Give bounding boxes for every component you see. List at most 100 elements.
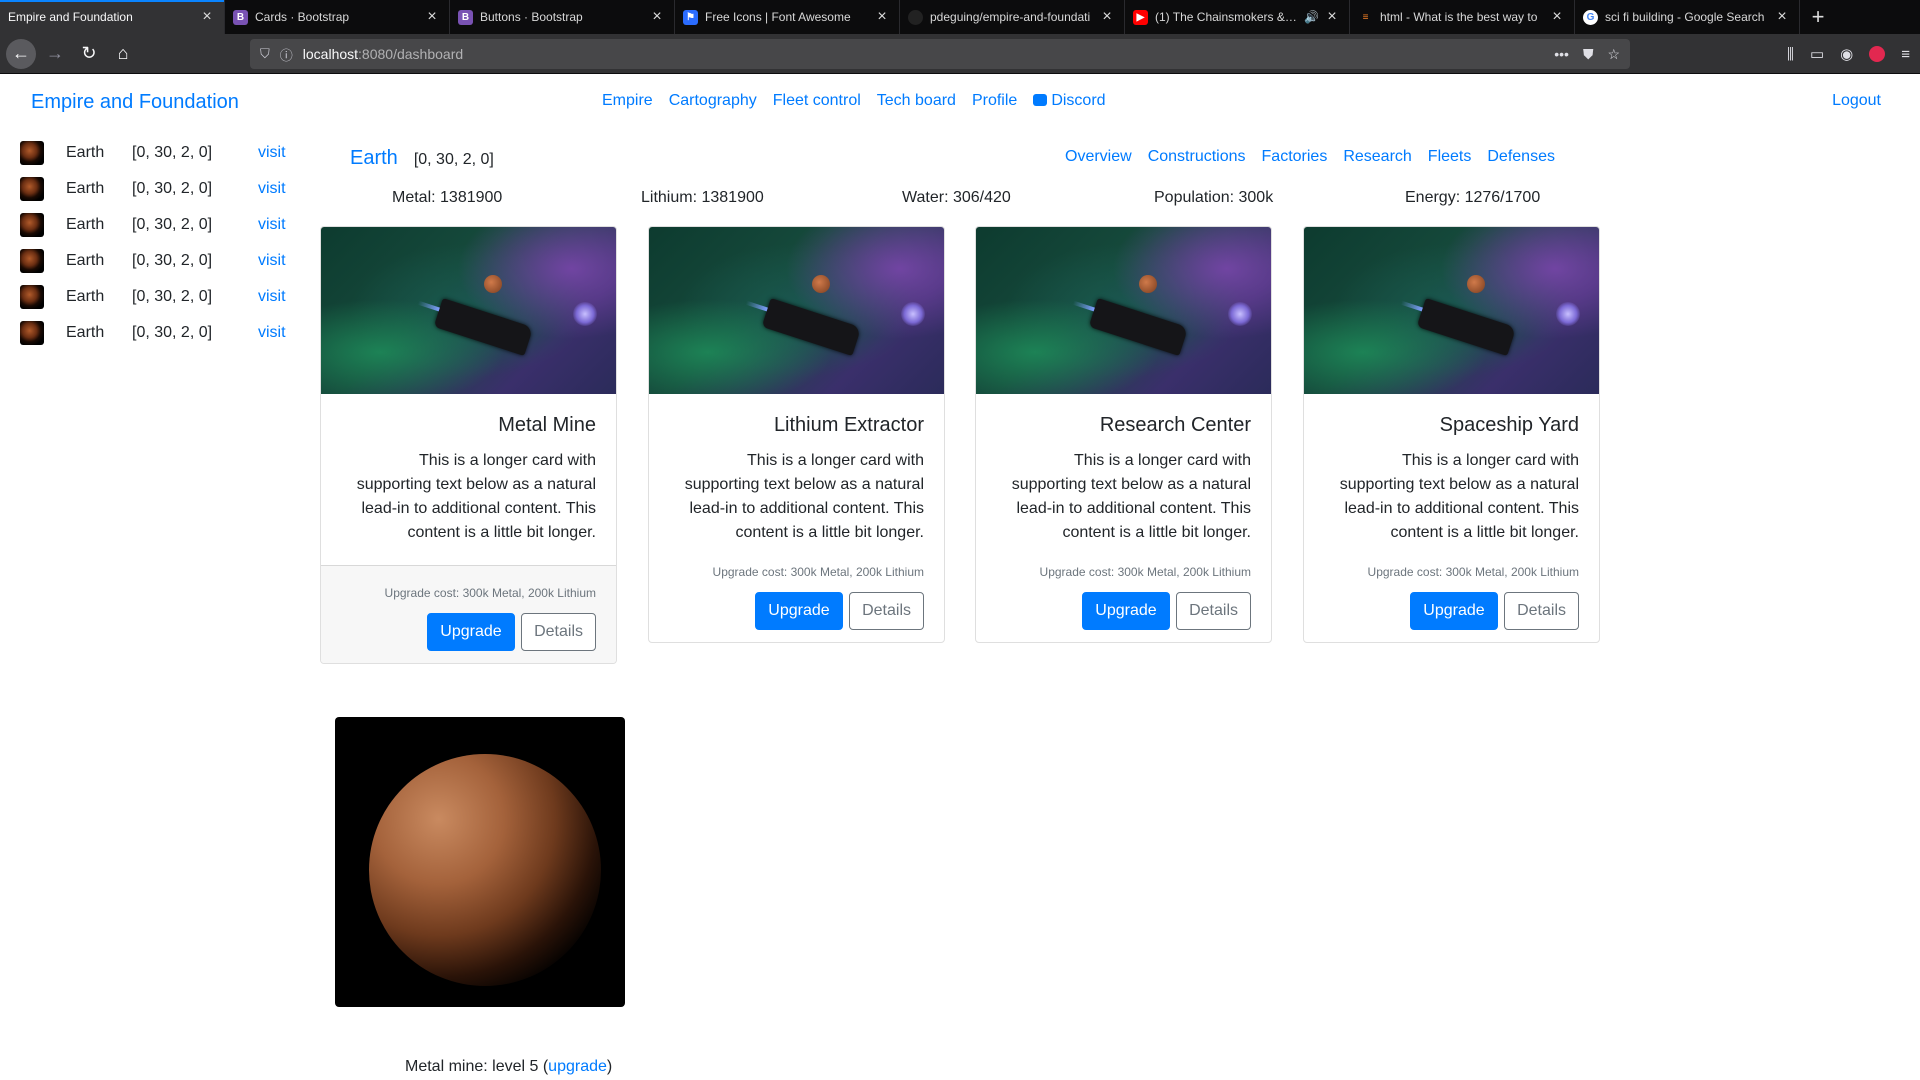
upgrade-cost: Upgrade cost: 300k Metal, 200k Lithium — [712, 565, 924, 579]
info-icon[interactable]: ⓘ — [280, 45, 293, 64]
browser-tab[interactable]: B Cards · Bootstrap × — [225, 0, 450, 34]
details-button[interactable]: Details — [1176, 592, 1251, 630]
account-icon[interactable]: ◉ — [1840, 45, 1853, 63]
nav-empire[interactable]: Empire — [602, 92, 653, 110]
library-icon[interactable]: ⫼ — [1787, 46, 1794, 63]
resource-lithium: Lithium: 1381900 — [641, 189, 764, 206]
planet-coords: [0, 30, 2, 0] — [132, 288, 213, 305]
nav-fleet-control[interactable]: Fleet control — [773, 92, 861, 110]
brand-link[interactable]: Empire and Foundation — [31, 91, 239, 114]
top-nav: Empire Cartography Fleet control Tech bo… — [602, 92, 1106, 110]
back-arrow-icon[interactable]: ← — [6, 38, 36, 69]
visit-link[interactable]: visit — [258, 216, 286, 234]
planet-list-item: Earth [0, 30, 2, 0] visit — [20, 171, 286, 207]
sidebar-icon[interactable]: ▭ — [1810, 45, 1824, 63]
upgrade-cost: Upgrade cost: 300k Metal, 200k Lithium — [1039, 565, 1251, 579]
planet-list-item: Earth [0, 30, 2, 0] visit — [20, 135, 286, 171]
resource-bar: Metal: 1381900 Lithium: 1381900 Water: 3… — [392, 189, 1592, 209]
upgrade-button[interactable]: Upgrade — [1082, 592, 1170, 630]
planet-name: Earth — [66, 324, 105, 341]
logout-link[interactable]: Logout — [1832, 92, 1881, 110]
planet-list-item: Earth [0, 30, 2, 0] visit — [20, 243, 286, 279]
card-image — [649, 227, 944, 394]
menu-icon[interactable]: ≡ — [1901, 46, 1910, 63]
browser-tab[interactable]: Empire and Foundation × — [0, 0, 225, 34]
browser-tab[interactable]: ⚑ Free Icons | Font Awesome × — [675, 0, 900, 34]
extension-icon[interactable] — [1869, 46, 1886, 62]
stackoverflow-icon: ≡ — [1362, 11, 1369, 23]
url-path: :8080/dashboard — [358, 46, 464, 62]
tab-title: html - What is the best way to — [1380, 10, 1538, 24]
speaker-icon[interactable]: 🔊 — [1304, 10, 1319, 24]
building-card: Research Center This is a longer card wi… — [975, 226, 1272, 643]
pocket-icon[interactable]: ⛊ — [1583, 46, 1594, 63]
nav-cartography[interactable]: Cartography — [669, 92, 757, 110]
upgrade-button[interactable]: Upgrade — [755, 592, 843, 630]
mine-status: Metal mine: level 5 (upgrade) — [405, 1058, 612, 1076]
upgrade-button[interactable]: Upgrade — [427, 613, 515, 651]
tab-overview[interactable]: Overview — [1065, 148, 1132, 166]
browser-tab[interactable]: ≡ html - What is the best way to × — [1350, 0, 1575, 34]
card-text: This is a longer card with supporting te… — [684, 452, 924, 541]
planet-coords: [0, 30, 2, 0] — [132, 324, 213, 341]
youtube-icon: ▶ — [1133, 9, 1148, 25]
nav-discord[interactable]: Discord — [1033, 92, 1106, 110]
planet-coords: [0, 30, 2, 0] — [132, 180, 213, 197]
google-icon: G — [1583, 9, 1598, 25]
details-button[interactable]: Details — [849, 592, 924, 630]
close-tab-icon[interactable]: × — [648, 8, 666, 26]
nav-tech-board[interactable]: Tech board — [877, 92, 956, 110]
planet-list: Earth [0, 30, 2, 0] visit Earth [0, 30, … — [20, 135, 286, 351]
tab-fleets[interactable]: Fleets — [1428, 148, 1472, 166]
browser-tab[interactable]: G sci fi building - Google Search × — [1575, 0, 1800, 34]
planet-name: Earth — [66, 288, 105, 305]
visit-link[interactable]: visit — [258, 252, 286, 270]
bookmark-star-icon[interactable]: ☆ — [1607, 46, 1620, 63]
visit-link[interactable]: visit — [258, 324, 286, 342]
visit-link[interactable]: visit — [258, 288, 286, 306]
tab-title: Buttons · Bootstrap — [480, 10, 583, 24]
nav-profile[interactable]: Profile — [972, 92, 1017, 110]
browser-tab[interactable]: pdeguing/empire-and-foundati × — [900, 0, 1125, 34]
planet-header: Earth [0, 30, 2, 0] — [350, 147, 494, 170]
card-text: This is a longer card with supporting te… — [1011, 452, 1251, 541]
planet-name: Earth — [66, 144, 105, 161]
close-tab-icon[interactable]: × — [1098, 8, 1116, 26]
browser-tab-bar: Empire and Foundation × B Cards · Bootst… — [0, 0, 1920, 34]
new-tab-icon[interactable]: + — [1800, 0, 1836, 34]
tab-title: Empire and Foundation — [8, 10, 133, 24]
home-icon[interactable]: ⌂ — [108, 39, 138, 69]
close-tab-icon[interactable]: × — [1548, 8, 1566, 26]
url-bar[interactable]: ⛉ ⓘ localhost:8080/dashboard ••• ⛊ ☆ — [250, 39, 1630, 69]
close-tab-icon[interactable]: × — [198, 8, 216, 26]
planet-name: Earth — [66, 180, 105, 197]
browser-tab[interactable]: ▶ (1) The Chainsmokers & Col 🔊 × — [1125, 0, 1350, 34]
more-actions-icon[interactable]: ••• — [1554, 46, 1569, 62]
current-planet-name[interactable]: Earth — [350, 147, 398, 170]
tab-constructions[interactable]: Constructions — [1148, 148, 1246, 166]
tab-research[interactable]: Research — [1343, 148, 1411, 166]
planet-subnav: Overview Constructions Factories Researc… — [1065, 148, 1555, 166]
tab-title: (1) The Chainsmokers & Col — [1155, 10, 1301, 24]
details-button[interactable]: Details — [1504, 592, 1579, 630]
planet-thumbnail — [20, 285, 44, 309]
close-tab-icon[interactable]: × — [1773, 8, 1791, 26]
visit-link[interactable]: visit — [258, 144, 286, 162]
tab-factories[interactable]: Factories — [1262, 148, 1328, 166]
details-button[interactable]: Details — [521, 613, 596, 651]
card-text: This is a longer card with supporting te… — [356, 452, 596, 541]
close-tab-icon[interactable]: × — [873, 8, 891, 26]
shield-icon[interactable]: ⛉ — [260, 46, 270, 62]
close-tab-icon[interactable]: × — [423, 8, 441, 26]
upgrade-link[interactable]: upgrade — [548, 1058, 607, 1075]
building-card: Spaceship Yard This is a longer card wit… — [1303, 226, 1600, 643]
tab-defenses[interactable]: Defenses — [1487, 148, 1555, 166]
close-tab-icon[interactable]: × — [1323, 8, 1341, 26]
forward-arrow-icon[interactable]: → — [40, 39, 70, 69]
visit-link[interactable]: visit — [258, 180, 286, 198]
planet-thumbnail — [20, 213, 44, 237]
nav-discord-label: Discord — [1051, 92, 1106, 109]
reload-icon[interactable]: ↻ — [74, 39, 104, 69]
upgrade-button[interactable]: Upgrade — [1410, 592, 1498, 630]
browser-tab[interactable]: B Buttons · Bootstrap × — [450, 0, 675, 34]
